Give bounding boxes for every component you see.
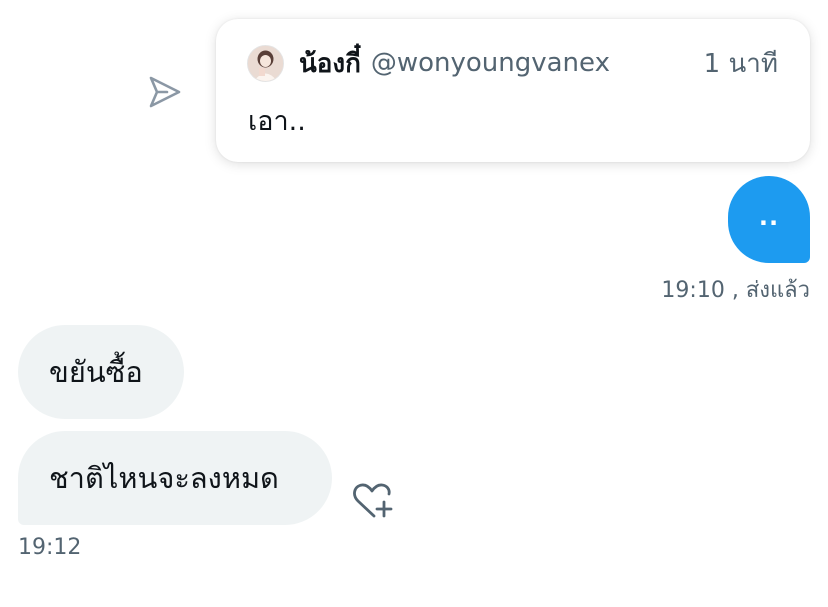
sent-message-bubble[interactable]: .. [728, 176, 810, 263]
send-icon[interactable] [147, 74, 183, 110]
received-message-text: ขยันซื้อ [49, 355, 143, 389]
sent-message-status: , ส่งแล้ว [731, 278, 810, 303]
sent-message-meta: 19:10 , ส่งแล้ว [661, 272, 810, 307]
received-message-text: ชาติไหนจะลงหมด [49, 461, 279, 495]
quoted-tweet-text: เอา.. [248, 106, 306, 137]
quoted-tweet-header: น้องกี๋ @wonyoungvanex 1 นาที [247, 43, 778, 83]
heart-plus-icon[interactable] [350, 481, 396, 521]
user-handle[interactable]: @wonyoungvanex [371, 48, 610, 78]
sent-message-time: 19:10 [661, 278, 725, 303]
received-message-bubble[interactable]: ชาติไหนจะลงหมด [18, 431, 332, 525]
sent-message-text: .. [758, 202, 780, 231]
display-name[interactable]: น้องกี๋ [299, 43, 361, 84]
received-message-time: 19:12 [18, 535, 82, 560]
received-message-bubble[interactable]: ขยันซื้อ [18, 325, 184, 419]
quoted-tweet-card[interactable]: น้องกี๋ @wonyoungvanex 1 นาที เอา.. [216, 19, 810, 162]
profile-avatar[interactable] [247, 44, 284, 82]
tweet-timestamp[interactable]: 1 นาที [704, 43, 778, 84]
